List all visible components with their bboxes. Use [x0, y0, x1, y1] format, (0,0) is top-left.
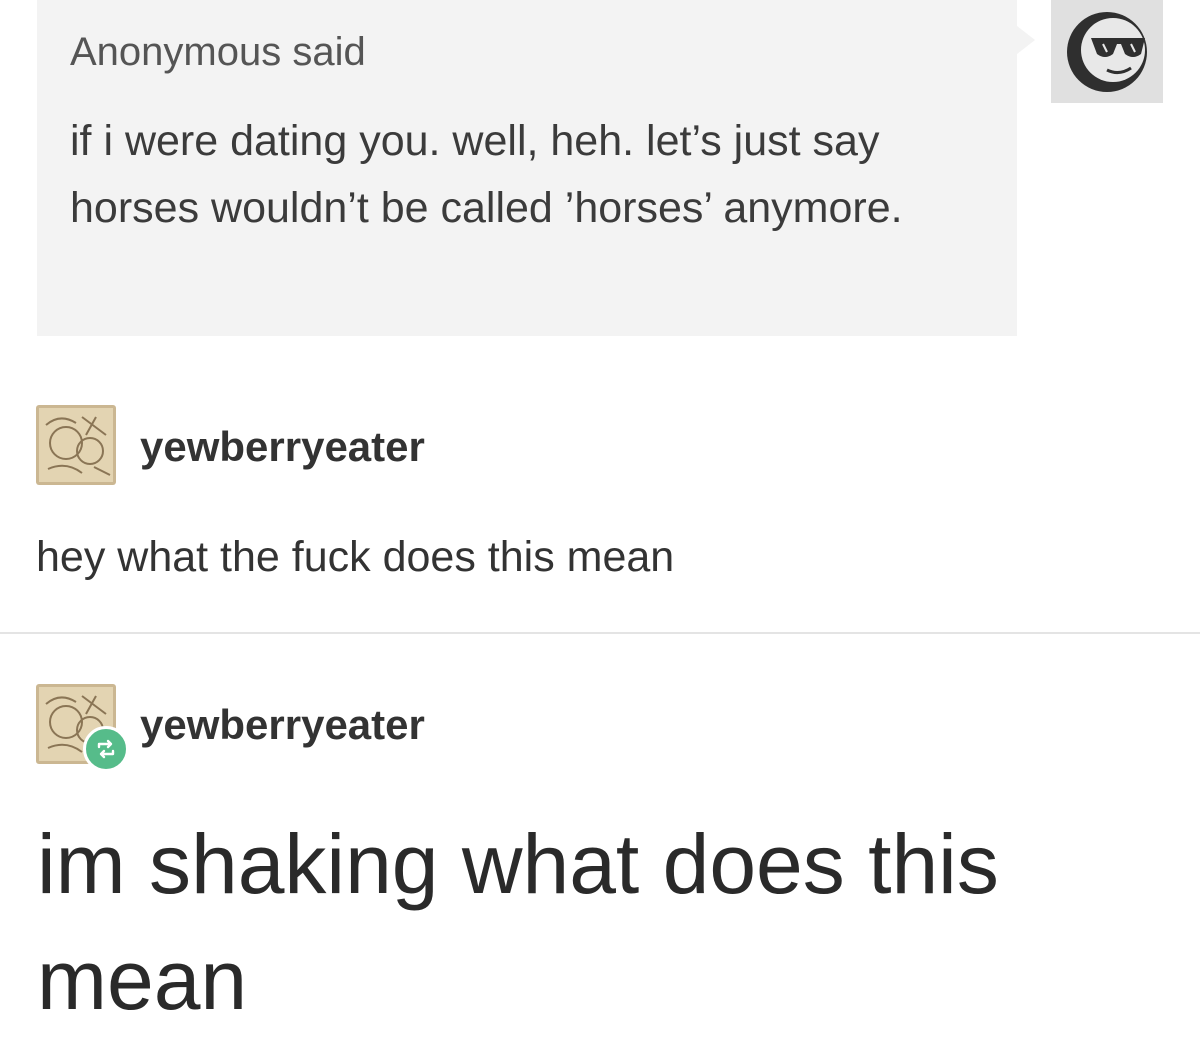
reply-text: hey what the fuck does this mean: [36, 533, 675, 581]
ask-box: Anonymous said if i were dating you. wel…: [37, 0, 1035, 336]
sketch-avatar-icon: [36, 405, 116, 485]
anonymous-avatar[interactable]: [1051, 0, 1163, 103]
asker-label: Anonymous said: [70, 30, 366, 74]
ask-question: if i were dating you. well, heh. let’s j…: [70, 117, 903, 232]
username[interactable]: yewberryeater: [140, 423, 425, 471]
user-avatar[interactable]: [36, 405, 116, 485]
username[interactable]: yewberryeater: [140, 701, 425, 749]
reblog-text: im shaking what does this mean: [37, 817, 999, 1027]
sunglasses-face-icon: [1067, 12, 1147, 92]
reblog-icon: [97, 739, 115, 759]
reblog-badge: [83, 726, 129, 772]
divider: [0, 632, 1200, 634]
